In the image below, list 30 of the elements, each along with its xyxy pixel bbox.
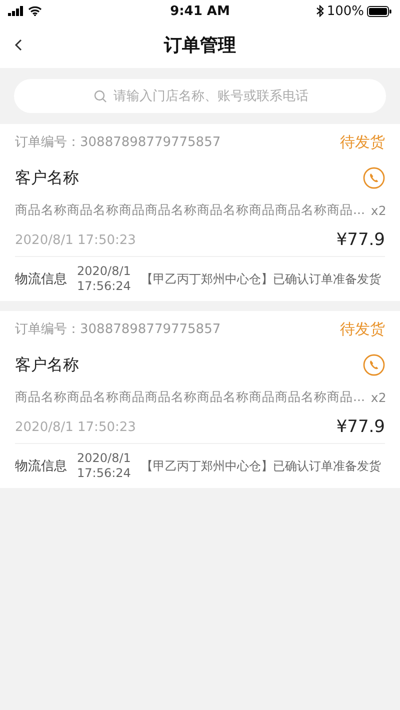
- order-status: 待发货: [340, 320, 385, 338]
- page-title: 订单管理: [164, 34, 236, 57]
- goods-name: 商品名称商品名称商品商品名称商品名称商品商品名称商品...: [15, 202, 365, 218]
- wifi-icon: [28, 6, 42, 16]
- order-time: 2020/8/1 17:50:23: [15, 420, 136, 434]
- order-price: ¥77.9: [336, 230, 385, 250]
- logistics-label: 物流信息: [15, 271, 67, 288]
- logistics-label: 物流信息: [15, 458, 67, 475]
- logistics-time: 2020/8/1 17:56:24: [77, 264, 131, 294]
- customer-name: 客户名称: [15, 354, 79, 376]
- phone-icon[interactable]: [363, 354, 385, 376]
- goods-quantity: x2: [370, 202, 386, 218]
- battery-percent: 100%: [326, 4, 364, 18]
- customer-name: 客户名称: [15, 168, 79, 188]
- order-price: ¥77.9: [336, 417, 385, 437]
- goods-quantity: x2: [370, 390, 386, 404]
- order-number: 订单编号：30887898779775857: [15, 321, 221, 338]
- battery-icon: [367, 6, 392, 16]
- order-status: 待发货: [340, 132, 385, 152]
- phone-icon[interactable]: [363, 167, 385, 189]
- goods-name: 商品名称商品名称商品商品名称商品名称商品商品名称商品...: [15, 388, 365, 406]
- logistics-time: 2020/8/1 17:56:24: [77, 451, 131, 481]
- order-number: 订单编号：30887898779775857: [15, 134, 221, 151]
- bluetooth-icon: [316, 5, 324, 17]
- status-time: 9:41 AM: [169, 4, 231, 18]
- search-field[interactable]: 请输入门店名称、账号或联系电话: [14, 79, 386, 113]
- logistics-message: 【甲乙丙丁郑州中心仓】已确认订单准备发货: [140, 458, 381, 474]
- logistics-message: 【甲乙丙丁郑州中心仓】已确认订单准备发货: [140, 270, 381, 288]
- order-time: 2020/8/1 17:50:23: [15, 232, 136, 248]
- signal-icon: [8, 6, 24, 16]
